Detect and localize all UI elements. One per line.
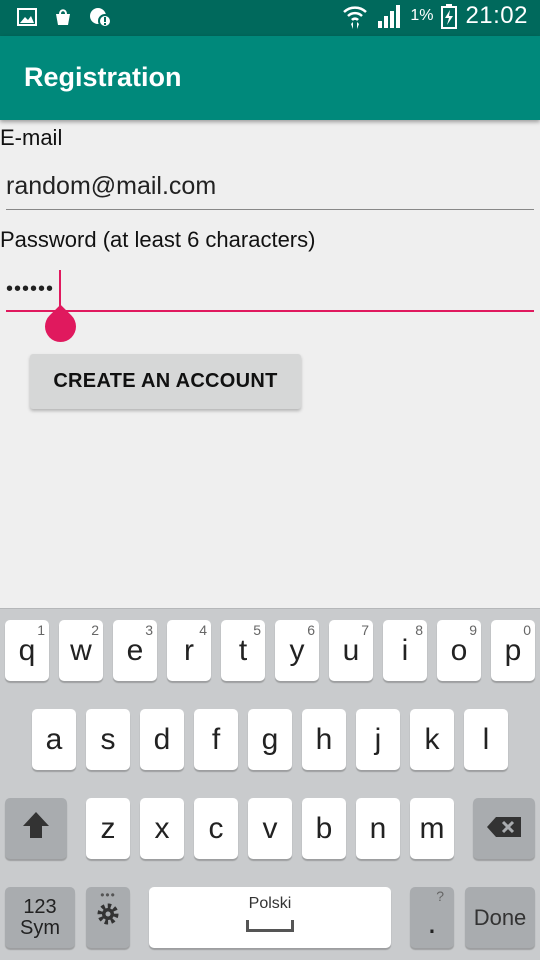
key-label: y bbox=[289, 633, 305, 667]
backspace-key[interactable] bbox=[473, 798, 535, 859]
email-label: E-mail bbox=[0, 125, 63, 150]
key-label: v bbox=[262, 811, 278, 845]
period-hint: ? bbox=[436, 888, 444, 904]
gear-icon bbox=[95, 901, 121, 935]
key-num: 7 bbox=[361, 622, 369, 638]
backspace-icon bbox=[486, 812, 522, 846]
key-num: 9 bbox=[469, 622, 477, 638]
password-field[interactable]: •••••• bbox=[6, 268, 534, 312]
key-num: 4 bbox=[199, 622, 207, 638]
key-z[interactable]: z bbox=[86, 798, 130, 859]
key-s[interactable]: s bbox=[86, 709, 130, 770]
key-label: n bbox=[369, 811, 387, 845]
key-label: z bbox=[100, 811, 116, 845]
key-num: 6 bbox=[307, 622, 315, 638]
key-label: w bbox=[70, 633, 92, 667]
key-e[interactable]: 3e bbox=[113, 620, 157, 681]
key-label: g bbox=[261, 722, 279, 756]
key-label: q bbox=[18, 633, 36, 667]
key-label: t bbox=[238, 633, 248, 667]
key-label: a bbox=[45, 722, 63, 756]
key-k[interactable]: k bbox=[410, 709, 454, 770]
key-p[interactable]: 0p bbox=[491, 620, 535, 681]
status-bar: 1% 21:02 bbox=[0, 0, 540, 36]
key-n[interactable]: n bbox=[356, 798, 400, 859]
key-b[interactable]: b bbox=[302, 798, 346, 859]
key-u[interactable]: 7u bbox=[329, 620, 373, 681]
key-w[interactable]: 2w bbox=[59, 620, 103, 681]
key-num: 3 bbox=[145, 622, 153, 638]
key-label: x bbox=[154, 811, 170, 845]
key-label: b bbox=[315, 811, 333, 845]
space-bar-icon bbox=[246, 920, 294, 932]
key-label: p bbox=[504, 633, 522, 667]
key-label: h bbox=[315, 722, 333, 756]
app-bar: Registration bbox=[0, 36, 540, 120]
key-label: s bbox=[100, 722, 116, 756]
key-num: 8 bbox=[415, 622, 423, 638]
alert-icon bbox=[88, 6, 112, 28]
key-label: j bbox=[374, 722, 382, 756]
wifi-icon bbox=[342, 2, 368, 30]
key-label: m bbox=[419, 811, 445, 845]
symbols-key-line1: 123 bbox=[23, 895, 57, 918]
soft-keyboard: 1q 2w 3e 4r 5t 6y 7u 8i 9o 0p a s d f g … bbox=[0, 608, 540, 960]
key-x[interactable]: x bbox=[140, 798, 184, 859]
done-label: Done bbox=[473, 904, 527, 930]
key-label: d bbox=[153, 722, 171, 756]
password-label: Password (at least 6 characters) bbox=[0, 227, 316, 252]
space-key[interactable]: Polski bbox=[149, 887, 391, 948]
text-cursor bbox=[59, 270, 61, 308]
key-o[interactable]: 9o bbox=[437, 620, 481, 681]
signal-icon bbox=[376, 3, 402, 29]
key-f[interactable]: f bbox=[194, 709, 238, 770]
key-num: 0 bbox=[523, 622, 531, 638]
key-label: f bbox=[211, 722, 221, 756]
key-num: 5 bbox=[253, 622, 261, 638]
key-label: i bbox=[401, 633, 409, 667]
key-num: 2 bbox=[91, 622, 99, 638]
create-account-button[interactable]: CREATE AN ACCOUNT bbox=[30, 354, 301, 409]
key-label: c bbox=[208, 811, 224, 845]
key-y[interactable]: 6y bbox=[275, 620, 319, 681]
shift-key[interactable] bbox=[5, 798, 67, 859]
key-label: o bbox=[450, 633, 468, 667]
key-j[interactable]: j bbox=[356, 709, 400, 770]
image-icon bbox=[16, 6, 38, 28]
key-m[interactable]: m bbox=[410, 798, 454, 859]
key-label: . bbox=[427, 904, 437, 940]
page-title: Registration bbox=[24, 62, 182, 92]
period-key[interactable]: ? . bbox=[410, 887, 454, 948]
battery-icon bbox=[441, 3, 458, 29]
key-label: l bbox=[482, 722, 490, 756]
key-i[interactable]: 8i bbox=[383, 620, 427, 681]
key-g[interactable]: g bbox=[248, 709, 292, 770]
key-label: u bbox=[342, 633, 360, 667]
email-field[interactable]: random@mail.com bbox=[6, 168, 534, 210]
clock: 21:02 bbox=[465, 2, 528, 29]
symbols-key-line2: Sym bbox=[20, 916, 60, 939]
space-language-label: Polski bbox=[248, 895, 292, 912]
done-key[interactable]: Done bbox=[465, 887, 535, 948]
key-c[interactable]: c bbox=[194, 798, 238, 859]
symbols-key[interactable]: 123 Sym bbox=[5, 887, 75, 948]
bag-icon bbox=[52, 6, 74, 28]
key-num: 1 bbox=[37, 622, 45, 638]
key-r[interactable]: 4r bbox=[167, 620, 211, 681]
shift-icon bbox=[21, 810, 51, 848]
key-l[interactable]: l bbox=[464, 709, 508, 770]
key-label: k bbox=[424, 722, 440, 756]
key-t[interactable]: 5t bbox=[221, 620, 265, 681]
key-h[interactable]: h bbox=[302, 709, 346, 770]
key-label: e bbox=[126, 633, 144, 667]
key-v[interactable]: v bbox=[248, 798, 292, 859]
battery-percent: 1% bbox=[410, 7, 434, 24]
key-label: r bbox=[184, 633, 194, 667]
key-d[interactable]: d bbox=[140, 709, 184, 770]
key-q[interactable]: 1q bbox=[5, 620, 49, 681]
more-dots-icon: ••• bbox=[100, 888, 116, 902]
key-a[interactable]: a bbox=[32, 709, 76, 770]
settings-key[interactable]: ••• bbox=[86, 887, 130, 948]
